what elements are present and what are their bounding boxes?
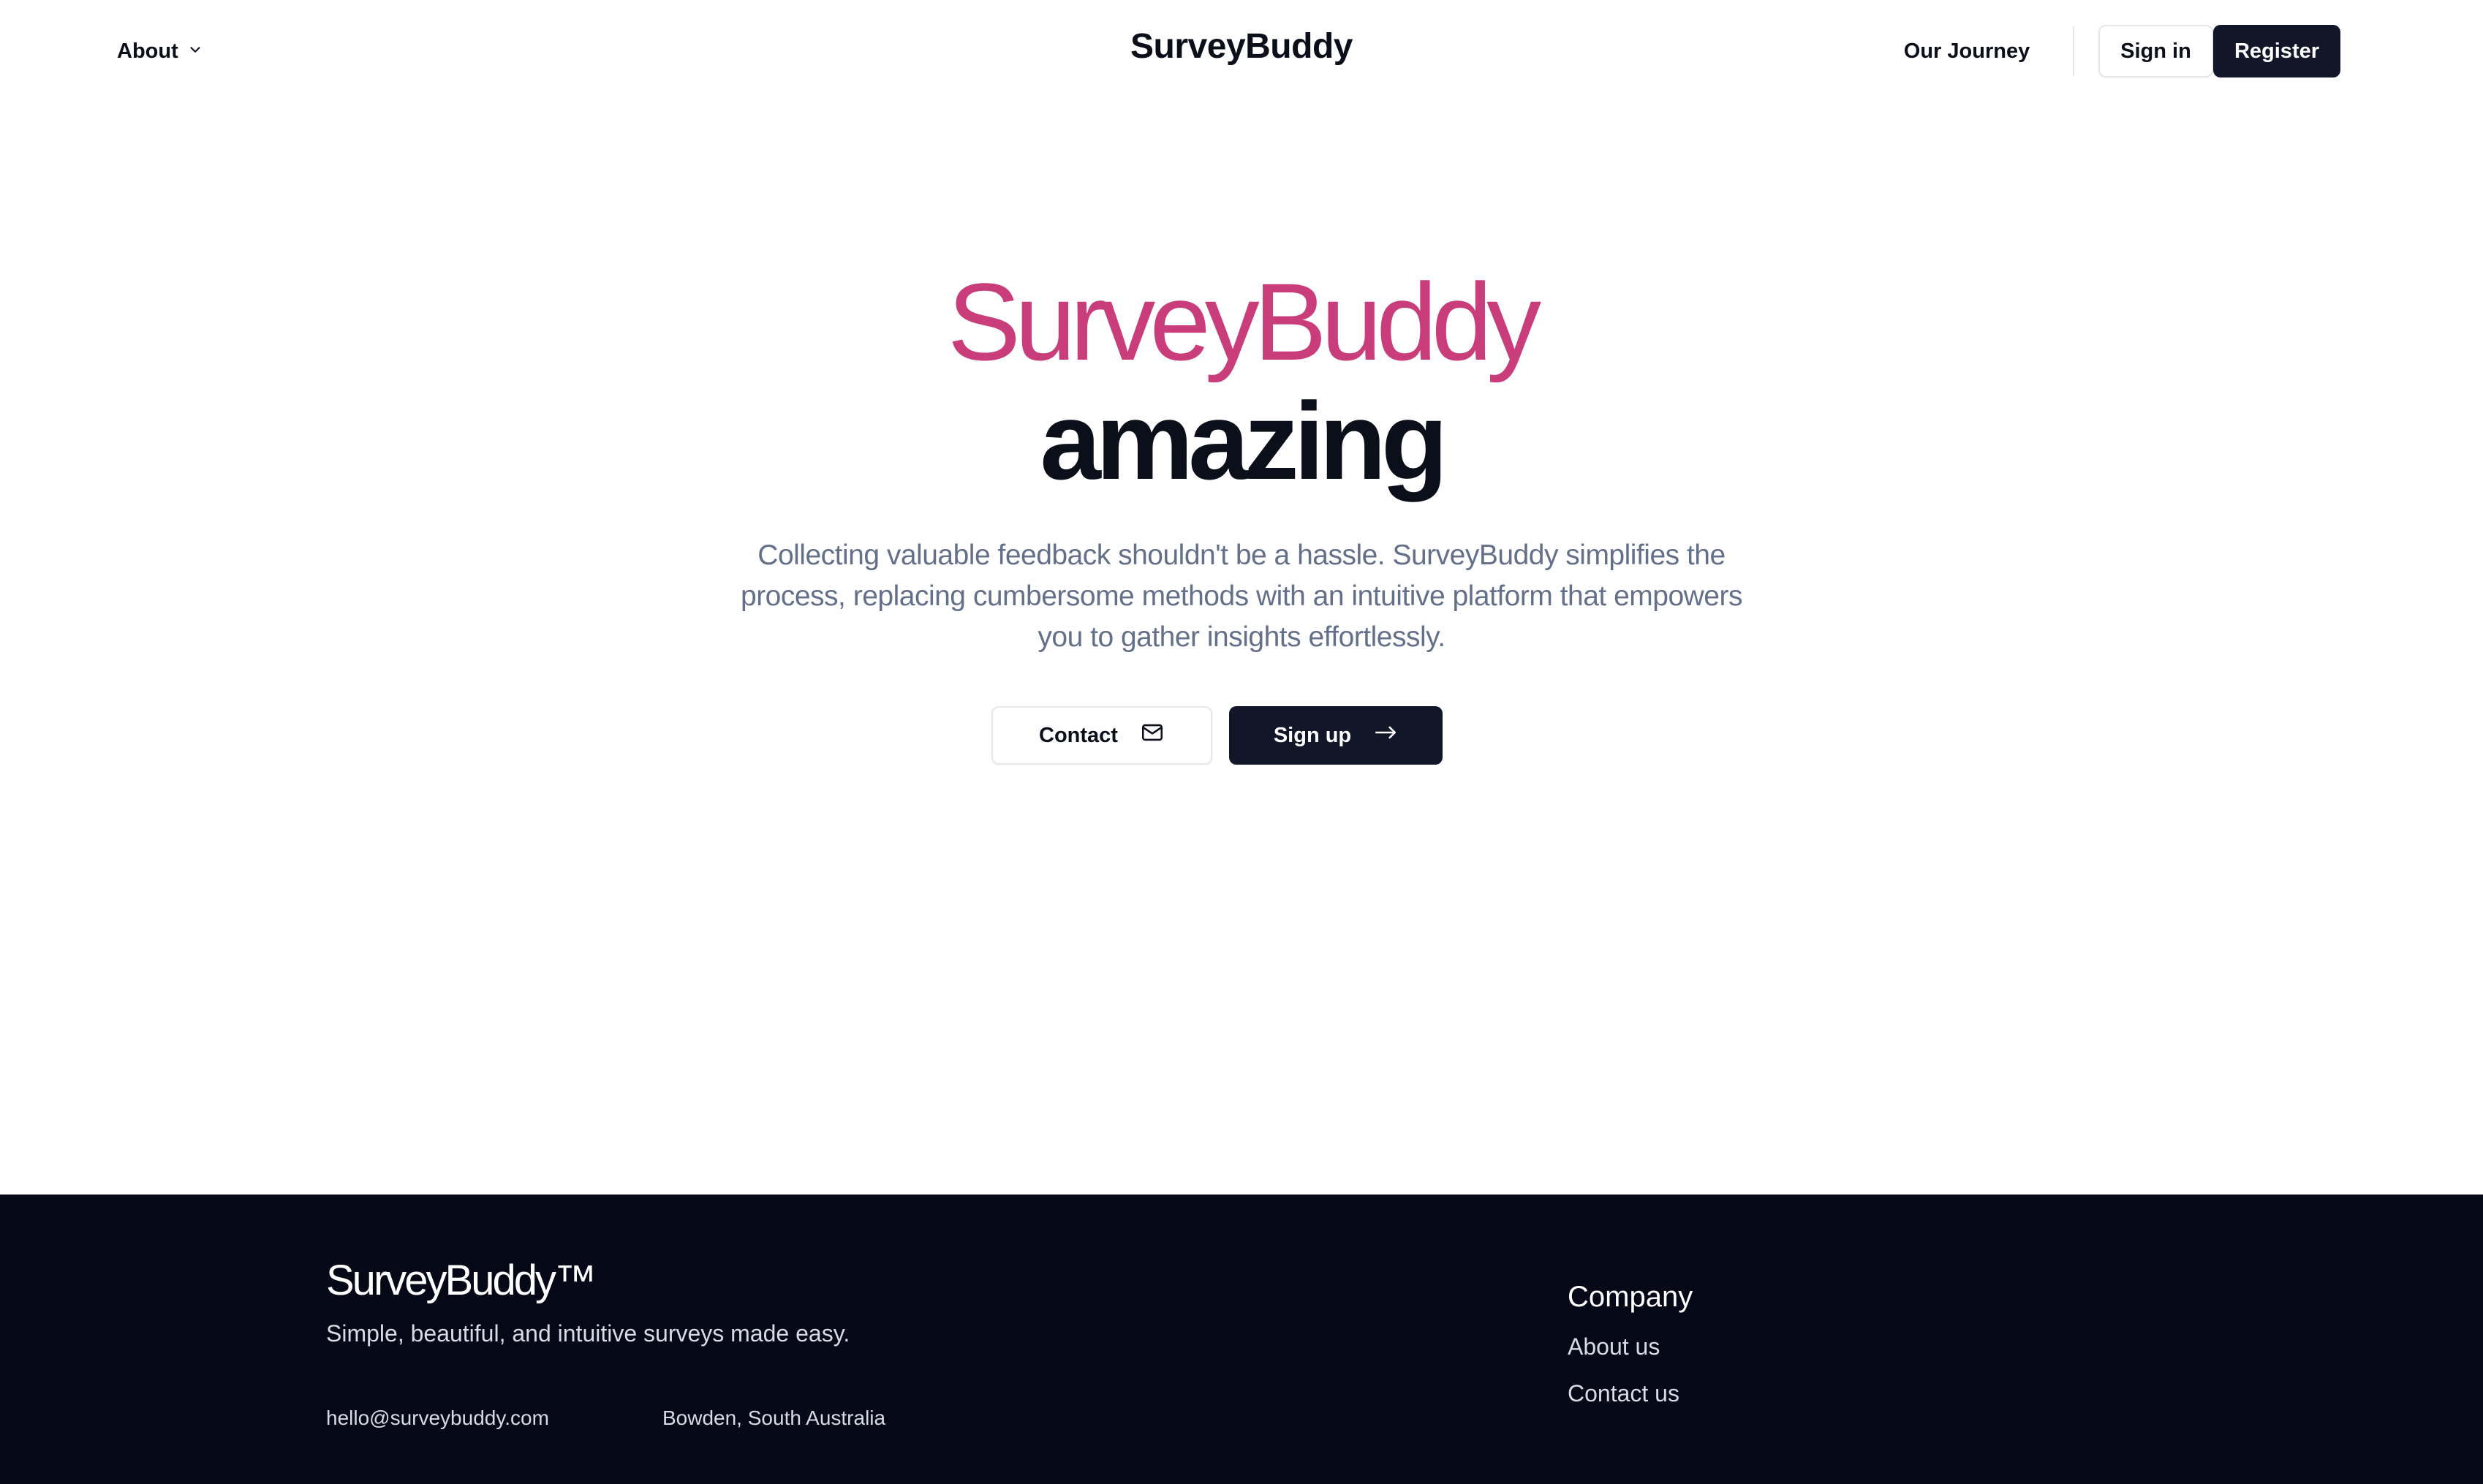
footer-location: Bowden, South Australia [662, 1407, 886, 1429]
sign-up-button[interactable]: Sign up [1229, 706, 1443, 765]
contact-button-label: Contact [1039, 723, 1118, 747]
nav-divider [2073, 26, 2074, 76]
hero-title-word: amazing [1040, 379, 1448, 502]
hero-title-brand: SurveyBuddy [947, 260, 1541, 383]
mail-icon [1140, 720, 1165, 751]
footer-tagline: Simple, beautiful, and intuitive surveys… [326, 1320, 850, 1347]
sign-up-button-label: Sign up [1273, 723, 1352, 747]
top-navigation: About SurveyBuddy Our Journey Sign in Re… [0, 0, 2483, 102]
our-journey-link[interactable]: Our Journey [1872, 35, 2062, 67]
header-brand-logo[interactable]: SurveyBuddy [1130, 27, 1353, 66]
landing-page: About SurveyBuddy Our Journey Sign in Re… [0, 0, 2483, 1484]
footer: SurveyBuddy™ Simple, beautiful, and intu… [0, 1195, 2483, 1484]
footer-link-about-us[interactable]: About us [1568, 1333, 1660, 1360]
footer-brand: SurveyBuddy™ [326, 1257, 597, 1304]
register-button[interactable]: Register [2213, 25, 2340, 77]
sign-in-button[interactable]: Sign in [2098, 25, 2213, 77]
arrow-right-icon [1373, 720, 1398, 751]
contact-button[interactable]: Contact [991, 706, 1212, 765]
footer-email-link[interactable]: hello@surveybuddy.com [326, 1407, 549, 1430]
footer-link-contact-us[interactable]: Contact us [1568, 1380, 1679, 1407]
hero-description: Collecting valuable feedback shouldn't b… [741, 540, 1742, 653]
footer-company-heading: Company [1568, 1281, 1693, 1313]
